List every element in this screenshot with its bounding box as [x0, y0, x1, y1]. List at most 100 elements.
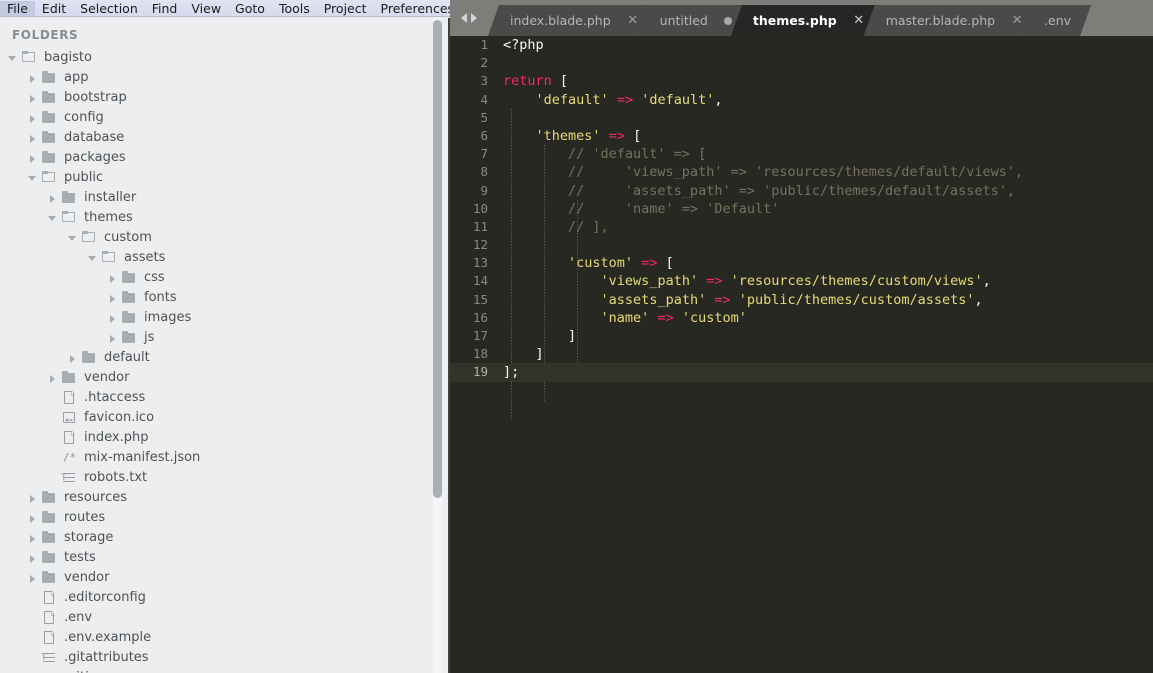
menu-item-preferences[interactable]: Preferences: [374, 1, 462, 16]
code-line[interactable]: 10 // 'name' => 'Default': [450, 200, 1153, 218]
menu-item-file[interactable]: File: [0, 0, 35, 16]
chevron-right-icon[interactable]: [108, 273, 118, 283]
tree-item-images[interactable]: images: [0, 308, 450, 328]
tree-item-storage[interactable]: storage: [0, 528, 450, 548]
chevron-right-icon[interactable]: [28, 73, 38, 83]
sidebar-scrollbar-thumb[interactable]: [433, 20, 442, 498]
code-line[interactable]: 9 // 'assets_path' => 'public/themes/def…: [450, 182, 1153, 200]
code-line[interactable]: 19];: [450, 363, 1153, 382]
code-line[interactable]: 1 <?php: [450, 36, 1153, 54]
arrow-right-icon[interactable]: [471, 13, 477, 23]
tree-item-routes[interactable]: routes: [0, 508, 450, 528]
code-line[interactable]: 17 ]: [450, 327, 1153, 345]
tree-item-default[interactable]: default: [0, 348, 450, 368]
tree-item-vendor[interactable]: vendor: [0, 568, 450, 588]
menu-item-find[interactable]: Find: [145, 1, 185, 16]
tab-index-blade-php[interactable]: index.blade.php ✕: [488, 5, 649, 36]
menu-item-view[interactable]: View: [184, 1, 228, 16]
chevron-down-icon[interactable]: [48, 213, 58, 223]
code-line[interactable]: 6 'themes' => [: [450, 127, 1153, 145]
tree-item-public[interactable]: public: [0, 168, 450, 188]
close-icon[interactable]: ✕: [627, 13, 639, 28]
tree-item-css[interactable]: css: [0, 268, 450, 288]
tree-item-js[interactable]: js: [0, 328, 450, 348]
chevron-down-icon[interactable]: [68, 233, 78, 243]
tree-item-robots-txt[interactable]: robots.txt: [0, 468, 450, 488]
tree-item-dot-env[interactable]: .env: [0, 608, 450, 628]
tree-item-themes[interactable]: themes: [0, 208, 450, 228]
code-line[interactable]: 5: [450, 109, 1153, 127]
no-arrow-spacer: [28, 593, 38, 603]
code-area[interactable]: 1 <?php 2 3 return [4 'default' => 'default'…: [450, 36, 1153, 673]
chevron-right-icon[interactable]: [28, 153, 38, 163]
chevron-right-icon[interactable]: [48, 373, 58, 383]
chevron-down-icon[interactable]: [28, 173, 38, 183]
tree-item-installer[interactable]: installer: [0, 188, 450, 208]
code-line[interactable]: 11 // ],: [450, 218, 1153, 236]
code-line[interactable]: 12: [450, 236, 1153, 254]
chevron-right-icon[interactable]: [28, 573, 38, 583]
chevron-right-icon[interactable]: [28, 113, 38, 123]
tab-master-blade-php[interactable]: master.blade.php ✕: [864, 5, 1033, 36]
tree-item-database[interactable]: database: [0, 128, 450, 148]
arrow-left-icon[interactable]: [461, 13, 467, 23]
chevron-right-icon[interactable]: [28, 553, 38, 563]
code-line[interactable]: 18 ]: [450, 345, 1153, 363]
tree-item-dot-htaccess[interactable]: .htaccess: [0, 388, 450, 408]
tree-item-dot-gitignore[interactable]: .gitignore: [0, 668, 450, 673]
code-line[interactable]: 2: [450, 54, 1153, 72]
chevron-right-icon[interactable]: [48, 193, 58, 203]
menu-item-goto[interactable]: Goto: [228, 1, 272, 16]
tree-item-app[interactable]: app: [0, 68, 450, 88]
chevron-right-icon[interactable]: [108, 333, 118, 343]
menu-item-edit[interactable]: Edit: [35, 1, 73, 16]
chevron-down-icon[interactable]: [8, 53, 18, 63]
tab-dot-env[interactable]: .env: [1022, 5, 1091, 36]
code-line-text: 'themes' => [: [535, 127, 642, 144]
tree-item-dot-env-example[interactable]: .env.example: [0, 628, 450, 648]
menu-item-selection[interactable]: Selection: [73, 1, 145, 16]
tree-item-packages[interactable]: packages: [0, 148, 450, 168]
code-line[interactable]: 16 'name' => 'custom': [450, 309, 1153, 327]
code-line[interactable]: 3 return [: [450, 72, 1153, 90]
chevron-right-icon[interactable]: [68, 353, 78, 363]
chevron-right-icon[interactable]: [108, 293, 118, 303]
code-line[interactable]: 15 'assets_path' => 'public/themes/custo…: [450, 291, 1153, 309]
code-line[interactable]: 7 // 'default' => [: [450, 145, 1153, 163]
chevron-right-icon[interactable]: [28, 133, 38, 143]
tree-item-dot-editorconfig[interactable]: .editorconfig: [0, 588, 450, 608]
tree-item-custom[interactable]: custom: [0, 228, 450, 248]
tab-untitled[interactable]: untitled: [638, 5, 742, 36]
tree-item-config[interactable]: config: [0, 108, 450, 128]
unsaved-indicator-icon[interactable]: [724, 17, 732, 25]
folder-open-icon: [81, 231, 98, 245]
tree-item-index-php[interactable]: index.php: [0, 428, 450, 448]
tree-item-bootstrap[interactable]: bootstrap: [0, 88, 450, 108]
menu-item-project[interactable]: Project: [317, 1, 374, 16]
code-line[interactable]: 8 // 'views_path' => 'resources/themes/d…: [450, 163, 1153, 181]
chevron-right-icon[interactable]: [28, 533, 38, 543]
tree-item-label: custom: [104, 230, 152, 245]
tree-item-favicon-ico[interactable]: favicon.ico: [0, 408, 450, 428]
tab-themes-php[interactable]: themes.php ✕: [731, 5, 875, 36]
close-icon[interactable]: ✕: [1011, 13, 1023, 28]
code-line[interactable]: 14 'views_path' => 'resources/themes/cus…: [450, 272, 1153, 290]
code-line[interactable]: 13 'custom' => [: [450, 254, 1153, 272]
tree-item-tests[interactable]: tests: [0, 548, 450, 568]
tree-item-mix-manifest-json[interactable]: /* mix-manifest.json: [0, 448, 450, 468]
close-icon[interactable]: ✕: [853, 13, 865, 28]
tree-item-vendor[interactable]: vendor: [0, 368, 450, 388]
chevron-down-icon[interactable]: [88, 253, 98, 263]
tab-nav-arrows[interactable]: [450, 0, 488, 36]
tree-item-bagisto[interactable]: bagisto: [0, 48, 450, 68]
tree-item-assets[interactable]: assets: [0, 248, 450, 268]
code-line[interactable]: 4 'default' => 'default',: [450, 91, 1153, 109]
tree-item-resources[interactable]: resources: [0, 488, 450, 508]
tree-item-dot-gitattributes[interactable]: .gitattributes: [0, 648, 450, 668]
tree-item-fonts[interactable]: fonts: [0, 288, 450, 308]
chevron-right-icon[interactable]: [28, 513, 38, 523]
chevron-right-icon[interactable]: [108, 313, 118, 323]
menu-item-tools[interactable]: Tools: [272, 1, 317, 16]
chevron-right-icon[interactable]: [28, 493, 38, 503]
chevron-right-icon[interactable]: [28, 93, 38, 103]
